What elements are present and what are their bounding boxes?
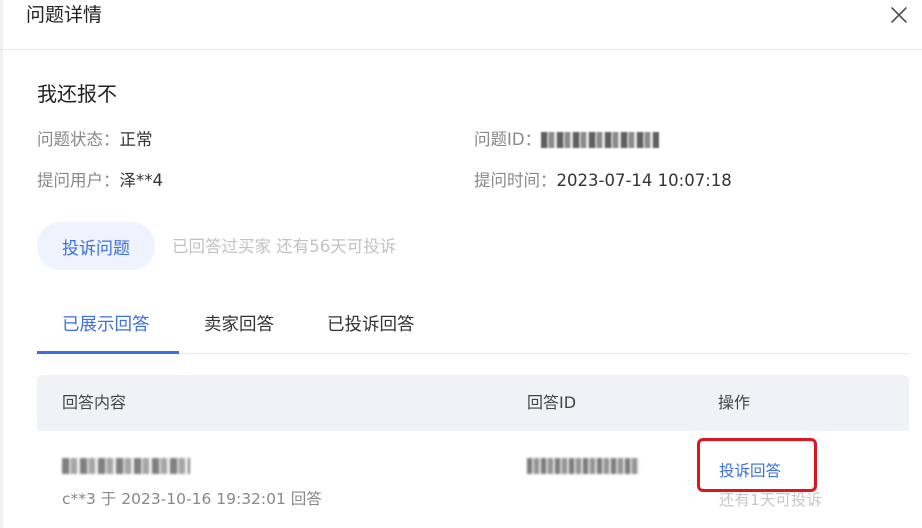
question-detail-dialog: 问题详情 我还报不 问题状态：正常 问题ID： 提问用户：泽**4 提问时间：2… (0, 0, 922, 528)
user-value: 泽**4 (119, 171, 164, 190)
tab-complained-answers[interactable]: 已投诉回答 (327, 306, 415, 354)
column-header-content: 回答内容 (62, 393, 127, 412)
time-label: 提问时间： (474, 171, 557, 190)
status-value: 正常 (119, 130, 153, 149)
active-tab-indicator (37, 351, 179, 354)
column-header-answer-id: 回答ID (527, 393, 577, 412)
complain-answer-link[interactable]: 投诉回答 (719, 460, 781, 482)
question-id: 问题ID： (474, 128, 660, 152)
answer-content-blur (62, 458, 190, 474)
time-value: 2023-07-14 10:07:18 (556, 171, 732, 190)
user-label: 提问用户： (37, 171, 120, 190)
status-label: 问题状态： (37, 130, 120, 149)
close-icon[interactable] (886, 2, 912, 28)
complaint-remaining-note: 还有1天可投诉 (719, 491, 822, 509)
close-icon-glyph (891, 7, 907, 23)
column-header-actions: 操作 (718, 393, 751, 412)
answer-id-masked (527, 458, 639, 474)
question-title: 我还报不 (37, 82, 117, 106)
table-header: 回答内容 回答ID 操作 (37, 375, 909, 431)
dialog-header: 问题详情 (0, 0, 922, 50)
backdrop-edge (0, 0, 3, 528)
question-id-masked-value (541, 132, 660, 148)
answer-tabs: 已展示回答 卖家回答 已投诉回答 (37, 306, 909, 354)
tab-seller-answers[interactable]: 卖家回答 (204, 306, 274, 354)
question-status: 问题状态：正常 (37, 128, 153, 152)
question-id-label: 问题ID： (474, 130, 542, 149)
question-user: 提问用户：泽**4 (37, 169, 163, 193)
tab-shown-answers[interactable]: 已展示回答 (62, 306, 150, 354)
complain-question-button[interactable]: 投诉问题 (37, 222, 155, 270)
answer-content-masked (62, 456, 202, 476)
question-time: 提问时间：2023-07-14 10:07:18 (474, 169, 732, 193)
dialog-title: 问题详情 (26, 4, 103, 26)
answer-meta: c**3 于 2023-10-16 19:32:01 回答 (62, 490, 322, 508)
complaint-note: 已回答过买家 还有56天可投诉 (172, 237, 397, 256)
